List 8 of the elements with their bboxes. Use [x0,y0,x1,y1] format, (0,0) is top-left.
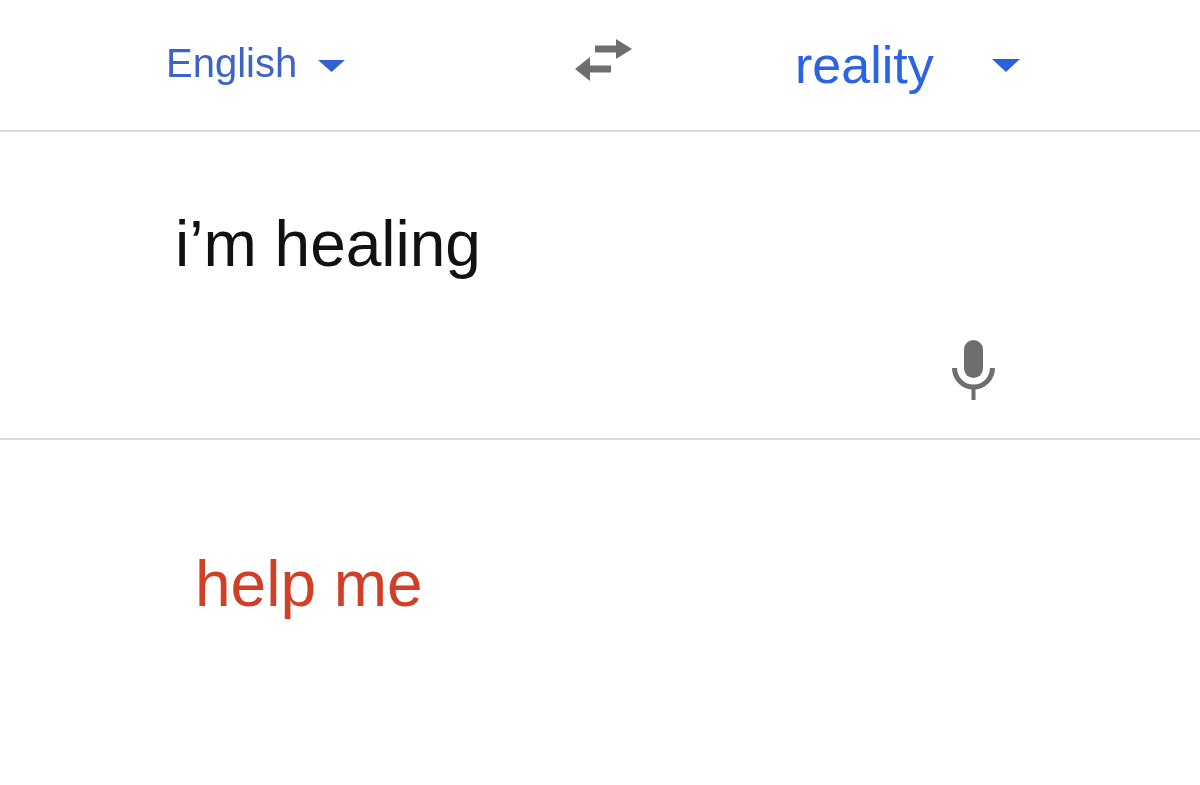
swap-icon[interactable] [575,39,633,81]
source-language-dropdown[interactable]: English [166,40,346,86]
microphone-icon[interactable] [950,340,997,400]
caret-icon [318,60,346,72]
translation-text: help me [195,548,423,622]
caret-icon [991,59,1020,73]
target-language-dropdown[interactable]: reality [795,36,1020,96]
source-text-field[interactable]: i’m healing [0,132,950,438]
